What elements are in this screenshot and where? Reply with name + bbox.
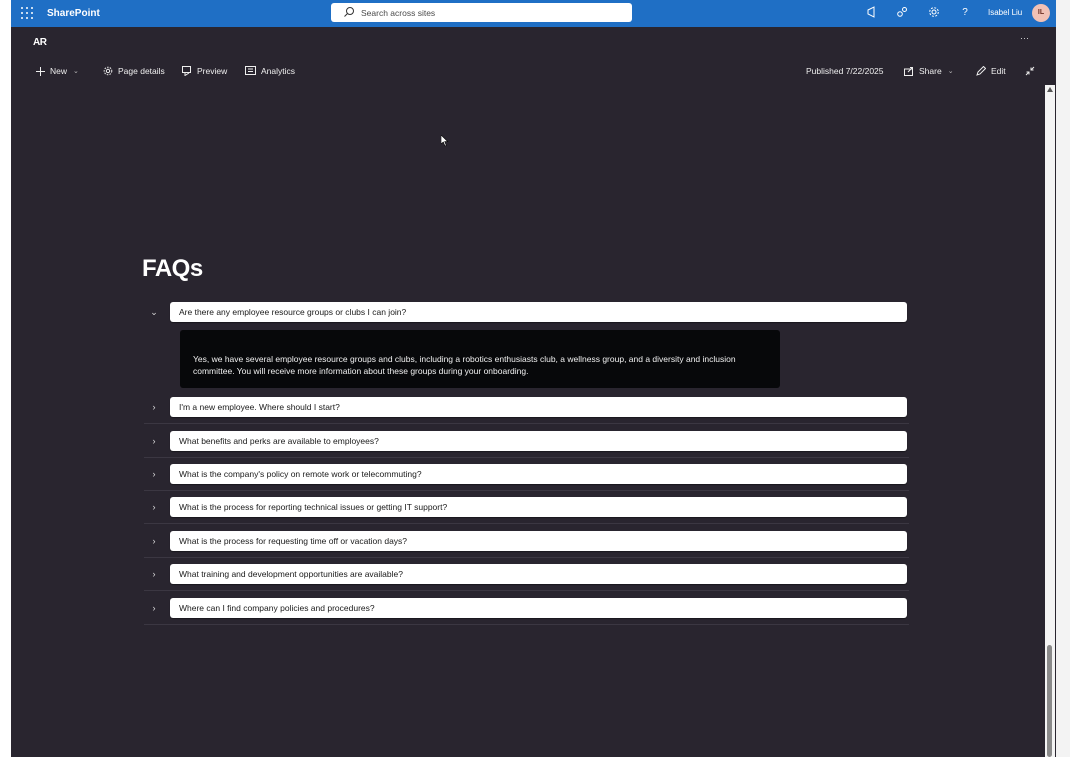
chevron-down-icon: ⌄ [947,68,954,75]
preview-icon [182,66,191,76]
window-edge [1056,0,1070,757]
user-name[interactable]: Isabel Liu [988,8,1022,17]
pencil-icon [976,66,986,76]
help-icon[interactable]: ? [958,6,972,20]
megaphone-icon[interactable] [865,6,879,20]
page-details-label: Page details [118,66,165,76]
faq-question[interactable]: What is the process for requesting time … [170,531,907,551]
share-button[interactable]: Share ⌄ [904,66,954,76]
share-label: Share [919,66,942,76]
faq-answer: Yes, we have several employee resource g… [180,330,780,388]
plus-icon [36,66,45,76]
chevron-right-icon[interactable]: › [148,568,160,580]
published-label: Published 7/22/2025 [806,66,884,76]
chevron-right-icon[interactable]: › [148,468,160,480]
share-icon [904,67,913,76]
analytics-button[interactable]: Analytics [245,66,295,76]
scrollbar-thumb[interactable] [1047,645,1052,757]
page-canvas: AR ··· New ⌄ Page details Preview Analyt… [11,27,1056,757]
search-placeholder[interactable]: Search across sites [361,8,435,18]
chevron-right-icon[interactable]: › [148,435,160,447]
share-network-icon[interactable] [895,6,909,20]
divider [144,590,909,591]
preview-label: Preview [197,66,228,76]
chevron-down-icon[interactable]: ⌄ [148,306,160,318]
chevron-right-icon[interactable]: › [148,535,160,547]
faq-question[interactable]: Where can I find company policies and pr… [170,598,907,618]
divider [144,423,909,424]
analytics-icon [245,66,256,75]
chevron-right-icon[interactable]: › [148,602,160,614]
collapse-icon [1025,66,1035,76]
faq-question[interactable]: I'm a new employee. Where should I start… [170,397,907,417]
divider [144,624,909,625]
edit-label: Edit [991,66,1006,76]
edit-button[interactable]: Edit [976,66,1006,76]
settings-gear-icon [103,66,113,76]
app-name[interactable]: SharePoint [47,8,100,19]
faq-question[interactable]: What is the process for reporting techni… [170,497,907,517]
preview-button[interactable]: Preview [182,66,227,76]
suite-bar: SharePoint Search across sites ? Isabel … [11,0,1056,27]
divider [144,523,909,524]
vertical-scrollbar[interactable] [1045,85,1055,757]
mouse-cursor-icon [441,135,449,147]
published-status: Published 7/22/2025 [806,66,884,76]
new-label: New [50,66,68,76]
faq-answer-text: Yes, we have several employee resource g… [193,354,736,376]
divider [144,490,909,491]
more-options-button[interactable]: ··· [1020,33,1029,43]
app-launcher-icon[interactable] [21,7,33,19]
search-box[interactable]: Search across sites [331,3,632,22]
analytics-label: Analytics [261,66,296,76]
chevron-right-icon[interactable]: › [148,501,160,513]
search-icon [344,7,354,17]
faq-question[interactable]: What training and development opportunit… [170,564,907,584]
chevron-down-icon: ⌄ [73,68,79,75]
faq-question[interactable]: What is the company's policy on remote w… [170,464,907,484]
divider [144,557,909,558]
scroll-up-arrow-icon[interactable] [1047,87,1053,92]
faq-question[interactable]: Are there any employee resource groups o… [170,302,907,322]
collapse-button[interactable] [1025,66,1040,76]
avatar[interactable]: IL [1032,4,1050,22]
site-logo[interactable]: AR [33,37,47,48]
chevron-right-icon[interactable]: › [148,401,160,413]
faq-question[interactable]: What benefits and perks are available to… [170,431,907,451]
page-details-button[interactable]: Page details [103,66,165,76]
settings-gear-icon[interactable] [927,6,941,20]
divider [144,457,909,458]
new-button[interactable]: New ⌄ [36,66,79,76]
page-title: FAQs [142,255,203,282]
